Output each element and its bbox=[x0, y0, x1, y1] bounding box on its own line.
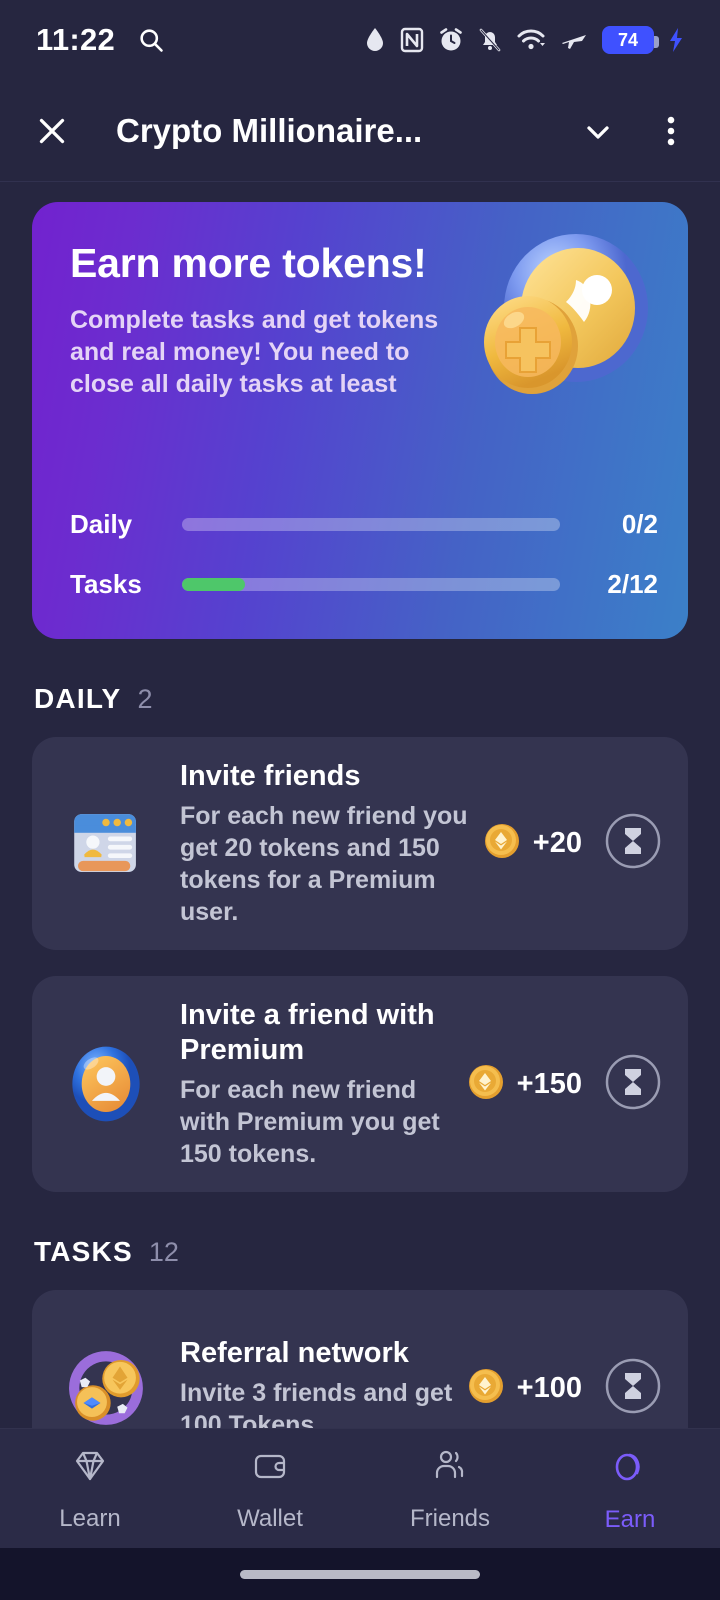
nav-label-earn: Earn bbox=[604, 1506, 656, 1533]
task-reward-value: +100 bbox=[516, 1371, 582, 1404]
nav-item-friends[interactable]: Friends bbox=[360, 1444, 540, 1533]
progress-track-tasks bbox=[182, 577, 560, 591]
status-bar-icons: 74 bbox=[364, 26, 684, 54]
chevron-down-icon[interactable] bbox=[580, 113, 616, 149]
section-title-tasks: TASKS bbox=[34, 1236, 133, 1267]
search-icon[interactable] bbox=[137, 26, 165, 54]
hourglass-icon[interactable] bbox=[602, 1051, 664, 1118]
section-count-tasks: 12 bbox=[148, 1237, 179, 1267]
nav-item-earn[interactable]: Earn bbox=[540, 1443, 720, 1534]
progress-value-tasks: 2/12 bbox=[607, 568, 658, 599]
nfc-icon bbox=[400, 27, 424, 53]
people-icon bbox=[428, 1444, 472, 1493]
task-text-invite-premium: Invite a friend with Premium For each ne… bbox=[152, 998, 467, 1170]
task-reward-value: +20 bbox=[532, 827, 582, 859]
section-count-daily: 2 bbox=[137, 684, 153, 714]
task-text-invite-friends: Invite friends For each new friend you g… bbox=[152, 759, 483, 928]
task-description: For each new friend you get 20 tokens an… bbox=[180, 802, 468, 926]
nav-item-learn[interactable]: Learn bbox=[0, 1444, 180, 1533]
wifi-icon bbox=[516, 27, 546, 53]
task-reward: +100 bbox=[467, 1367, 582, 1410]
task-description: For each new friend with Premium you get… bbox=[180, 1076, 440, 1168]
task-reward: +20 bbox=[483, 822, 582, 865]
battery-icon: 74 bbox=[602, 26, 659, 54]
banner-heading: Earn more tokens! bbox=[70, 240, 427, 286]
hourglass-icon[interactable] bbox=[602, 810, 664, 877]
page-title: Crypto Millionaire... bbox=[116, 111, 423, 149]
coin-icon bbox=[467, 1063, 505, 1106]
task-description: Invite 3 friends and get 100 Tokens. bbox=[180, 1378, 453, 1429]
gesture-bar-area bbox=[0, 1548, 720, 1600]
progress-row-tasks: Tasks 2/12 bbox=[70, 563, 658, 605]
banner-description: Complete tasks and get tokens and real m… bbox=[70, 306, 439, 398]
battery-level: 74 bbox=[617, 29, 639, 50]
water-drop-icon bbox=[364, 27, 386, 53]
nav-label-friends: Friends bbox=[409, 1505, 491, 1532]
task-card-invite-premium[interactable]: Invite a friend with Premium For each ne… bbox=[32, 976, 688, 1192]
task-reward: +150 bbox=[467, 1063, 582, 1106]
coin-icon bbox=[483, 822, 521, 865]
airplane-mode-icon bbox=[560, 27, 588, 53]
coin-icon bbox=[467, 1367, 505, 1410]
hourglass-icon[interactable] bbox=[602, 1355, 664, 1422]
nav-label-wallet: Wallet bbox=[237, 1505, 303, 1532]
progress-track-daily bbox=[182, 517, 560, 531]
task-title: Invite friends bbox=[180, 760, 361, 792]
profile-card-3d-icon bbox=[60, 801, 152, 887]
task-reward-value: +150 bbox=[516, 1067, 582, 1100]
section-title-daily: DAILY bbox=[34, 683, 122, 714]
task-card-invite-friends[interactable]: Invite friends For each new friend you g… bbox=[32, 737, 688, 950]
nav-label-learn: Learn bbox=[59, 1505, 121, 1532]
alarm-icon bbox=[438, 27, 464, 53]
close-icon[interactable] bbox=[34, 113, 70, 149]
progress-label-tasks: Tasks bbox=[70, 568, 142, 599]
bottom-navigation: Learn Wallet Friends Earn bbox=[0, 1428, 720, 1548]
coin-stack-3d-icon bbox=[458, 228, 668, 428]
task-title: Referral network bbox=[180, 1336, 409, 1369]
nav-item-wallet[interactable]: Wallet bbox=[180, 1444, 360, 1533]
home-gesture-bar[interactable] bbox=[240, 1569, 480, 1579]
wallet-icon bbox=[248, 1444, 292, 1493]
crypto-network-3d-icon bbox=[60, 1345, 152, 1428]
section-header-tasks: TASKS 12 bbox=[34, 1236, 688, 1268]
earn-more-banner[interactable]: Earn more tokens! Complete tasks and get… bbox=[32, 202, 688, 639]
more-vertical-icon[interactable] bbox=[656, 114, 686, 148]
scroll-content[interactable]: Earn more tokens! Complete tasks and get… bbox=[0, 182, 720, 1428]
diamond-icon bbox=[68, 1444, 112, 1493]
status-bar: 11:22 74 bbox=[0, 0, 720, 80]
progress-row-daily: Daily 0/2 bbox=[70, 503, 658, 545]
progress-fill-tasks bbox=[182, 577, 246, 591]
task-title: Invite a friend with Premium bbox=[180, 999, 435, 1066]
progress-label-daily: Daily bbox=[70, 508, 133, 539]
loop-icon bbox=[607, 1443, 653, 1494]
avatar-badge-3d-icon bbox=[60, 1041, 152, 1127]
progress-value-daily: 0/2 bbox=[621, 508, 658, 539]
task-card-referral-network[interactable]: Referral network Invite 3 friends and ge… bbox=[32, 1290, 688, 1428]
status-bar-clock: 11:22 bbox=[36, 22, 116, 57]
charging-bolt-icon bbox=[668, 27, 684, 53]
app-top-bar: Crypto Millionaire... bbox=[0, 80, 720, 182]
banner-progress-list: Daily 0/2 Tasks 2/12 bbox=[70, 503, 658, 605]
task-text-referral-network: Referral network Invite 3 friends and ge… bbox=[152, 1336, 467, 1429]
bell-off-icon bbox=[478, 27, 502, 53]
section-header-daily: DAILY 2 bbox=[34, 683, 688, 715]
app-screen: 11:22 74 Crypto Millionaire... Earn more… bbox=[0, 0, 720, 1600]
